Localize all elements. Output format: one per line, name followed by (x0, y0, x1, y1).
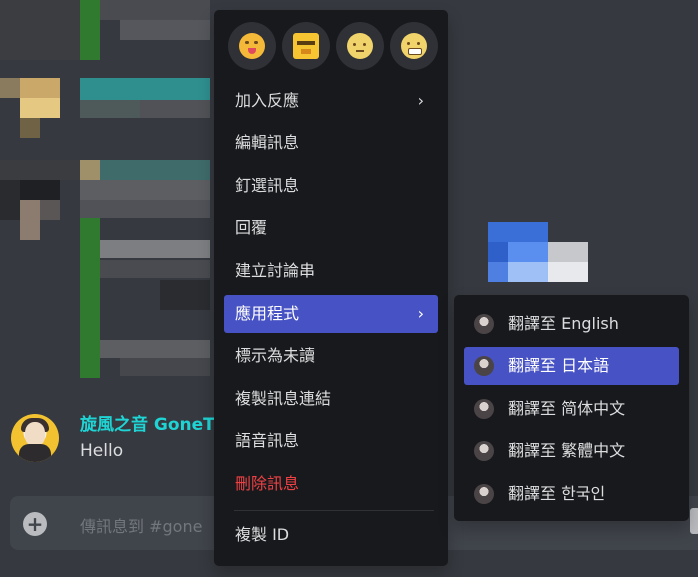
pixelated-block (80, 180, 210, 200)
pixelated-block (548, 242, 588, 262)
submenu-item-translate-traditional-chinese[interactable]: 翻譯至 繁體中文 (464, 432, 679, 470)
grimace-face-emoji-icon (401, 33, 427, 59)
submenu-item-label: 翻譯至 English (508, 314, 619, 333)
pixelated-block (20, 78, 60, 98)
pixelated-block (140, 100, 210, 118)
pixelated-block (0, 160, 80, 180)
pixelated-block (488, 242, 508, 262)
pixelated-block (80, 78, 210, 100)
pixelated-block (80, 200, 210, 218)
pixelated-block (80, 0, 100, 60)
pixelated-block (80, 218, 100, 378)
pixelated-block (20, 180, 60, 200)
composer-placeholder[interactable]: 傳訊息到 #gone (80, 513, 202, 537)
pixelated-block (20, 118, 40, 138)
chevron-right-icon: › (417, 91, 424, 110)
pixelated-block (548, 262, 588, 282)
pixelated-block (20, 200, 40, 240)
menu-item-label: 編輯訊息 (235, 133, 300, 152)
menu-item-copy-message-link[interactable]: 複製訊息連結 (224, 380, 438, 418)
pixelated-block (100, 0, 210, 20)
submenu-item-label: 翻譯至 한국인 (508, 484, 606, 503)
quick-reactions-row (228, 22, 438, 70)
menu-item-label: 釘選訊息 (235, 176, 300, 195)
reaction-button[interactable] (228, 22, 276, 70)
menu-item-label: 語音訊息 (235, 431, 300, 450)
pixelated-block (488, 262, 508, 282)
menu-item-delete-message[interactable]: 刪除訊息 (224, 465, 438, 503)
submenu-item-translate-japanese[interactable]: 翻譯至 日本語 (464, 347, 679, 385)
upload-plus-icon[interactable]: + (23, 512, 47, 536)
submenu-item-label: 翻譯至 繁體中文 (508, 441, 626, 460)
pixelated-block (488, 222, 548, 242)
message-text: Hello (80, 441, 124, 461)
menu-item-create-thread[interactable]: 建立討論串 (224, 252, 438, 290)
pixelated-block (0, 200, 20, 220)
submenu-item-label: 翻譯至 简体中文 (508, 399, 626, 418)
yummy-face-emoji-icon (239, 33, 265, 59)
pixelated-block (120, 20, 210, 40)
menu-item-label: 刪除訊息 (235, 474, 300, 493)
pixelated-block (508, 262, 548, 282)
submenu-item-translate-english[interactable]: 翻譯至 English (464, 305, 679, 343)
menu-item-pin-message[interactable]: 釘選訊息 (224, 167, 438, 205)
pixelated-block (100, 160, 210, 180)
pixelated-block (40, 200, 60, 220)
message-context-menu: 加入反應 › 編輯訊息 釘選訊息 回覆 建立討論串 應用程式 › 標示為未讀 複… (214, 10, 448, 566)
pixelated-block (0, 0, 80, 60)
reaction-button[interactable] (282, 22, 330, 70)
pixelated-block (80, 160, 100, 180)
pixelated-block (120, 358, 210, 376)
translate-bot-avatar-icon (474, 356, 494, 376)
menu-item-label: 建立討論串 (235, 261, 316, 280)
menu-item-edit-message[interactable]: 編輯訊息 (224, 124, 438, 162)
chevron-right-icon: › (417, 304, 424, 323)
translate-bot-avatar-icon (474, 441, 494, 461)
reaction-button[interactable] (336, 22, 384, 70)
menu-item-copy-id[interactable]: 複製 ID (224, 516, 438, 554)
pixelated-block (160, 280, 210, 310)
menu-item-mark-unread[interactable]: 標示為未讀 (224, 337, 438, 375)
menu-item-reply[interactable]: 回覆 (224, 209, 438, 247)
menu-divider (234, 510, 434, 511)
pixelated-block (100, 340, 210, 358)
menu-item-label: 回覆 (235, 218, 268, 237)
menu-item-label: 複製 ID (235, 525, 290, 544)
translate-bot-avatar-icon (474, 484, 494, 504)
menu-item-label: 應用程式 (235, 304, 300, 323)
apps-submenu: 翻譯至 English 翻譯至 日本語 翻譯至 简体中文 翻譯至 繁體中文 翻譯… (454, 295, 689, 521)
submenu-item-label: 翻譯至 日本語 (508, 356, 610, 375)
avatar[interactable] (11, 414, 59, 462)
pixelated-block (0, 180, 20, 200)
gift-icon[interactable] (690, 508, 698, 534)
menu-item-label: 複製訊息連結 (235, 389, 332, 408)
menu-item-label: 標示為未讀 (235, 346, 316, 365)
menu-item-add-reaction[interactable]: 加入反應 › (224, 82, 438, 120)
menu-item-apps[interactable]: 應用程式 › (224, 295, 438, 333)
reaction-button[interactable] (390, 22, 438, 70)
message-author[interactable]: 旋風之音 GoneT (80, 410, 215, 435)
translate-bot-avatar-icon (474, 399, 494, 419)
pixelated-block (0, 78, 20, 98)
pixelated-block (508, 242, 548, 262)
face-block-emoji-icon (293, 33, 319, 59)
pixelated-block (100, 240, 210, 258)
submenu-item-translate-simplified-chinese[interactable]: 翻譯至 简体中文 (464, 390, 679, 428)
pensive-face-emoji-icon (347, 33, 373, 59)
menu-item-speak-message[interactable]: 語音訊息 (224, 422, 438, 460)
pixelated-block (100, 260, 210, 278)
menu-item-label: 加入反應 (235, 91, 300, 110)
pixelated-block (80, 100, 140, 118)
submenu-item-translate-korean[interactable]: 翻譯至 한국인 (464, 475, 679, 513)
pixelated-block (20, 98, 60, 118)
translate-bot-avatar-icon (474, 314, 494, 334)
